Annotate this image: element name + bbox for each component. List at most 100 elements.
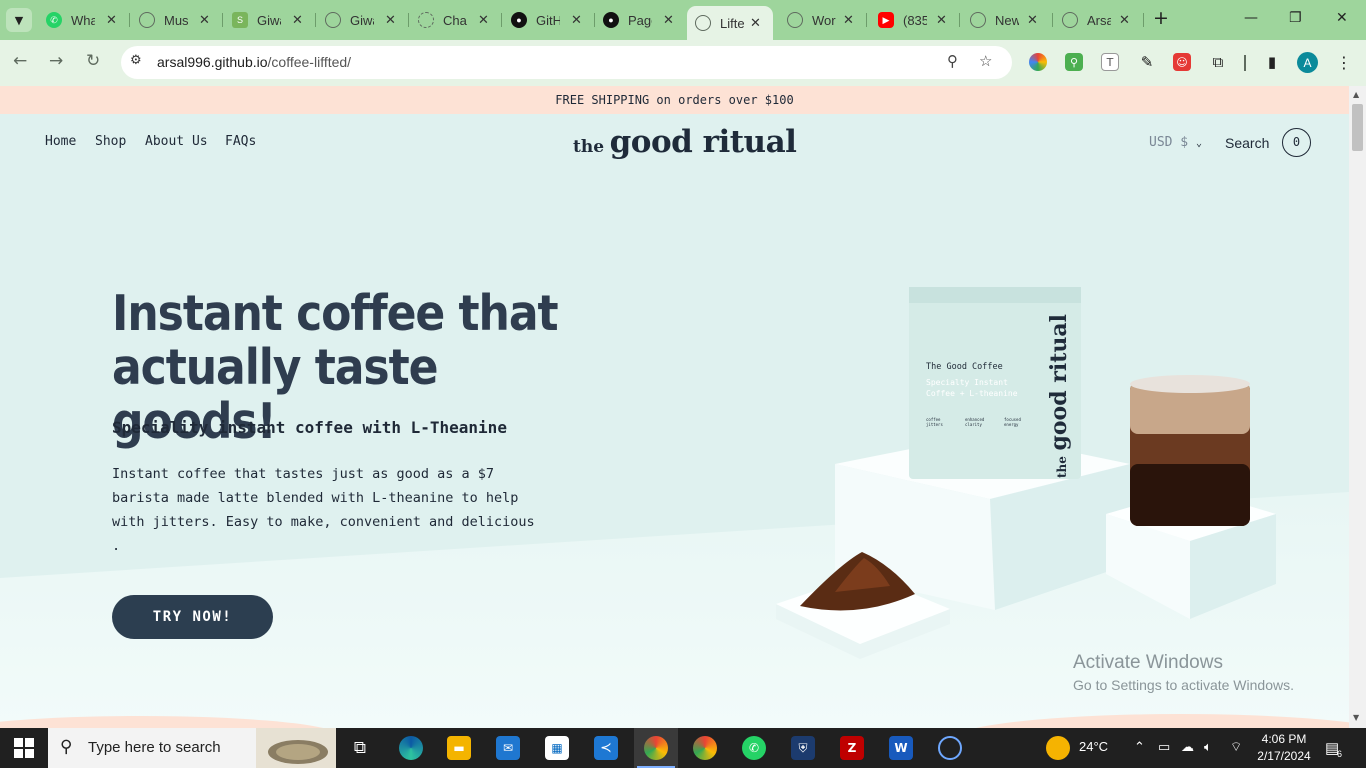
search-link[interactable]: Search <box>1225 135 1269 151</box>
eyedropper-icon[interactable]: ✎ <box>1138 53 1156 71</box>
pouch-brand-big: good ritual <box>1046 314 1072 451</box>
task-view-icon[interactable]: ⧉ <box>348 736 372 760</box>
file-explorer-icon[interactable]: ▬ <box>447 736 471 760</box>
close-window-icon[interactable]: ✕ <box>1336 10 1348 26</box>
filezilla-icon[interactable]: Z <box>840 736 864 760</box>
browser-tab[interactable]: ChatGPT ✕ <box>418 8 489 32</box>
hero-paragraph: Instant coffee that tastes just as good … <box>112 466 535 554</box>
tab-divider <box>222 13 223 27</box>
try-now-button[interactable]: TRY NOW! <box>112 595 273 639</box>
logo-small-text: the <box>573 137 605 157</box>
close-tab-icon[interactable]: ✕ <box>106 12 117 28</box>
browser-tab-active[interactable]: Lifted ✕ <box>687 6 773 40</box>
minimize-icon[interactable]: — <box>1244 10 1258 26</box>
nav-link-home[interactable]: Home <box>45 134 76 149</box>
forward-icon[interactable]: → <box>49 51 63 71</box>
tab-divider <box>866 13 867 27</box>
close-tab-icon[interactable]: ✕ <box>199 12 210 28</box>
browser-tab[interactable]: ● Pages ✕ <box>603 8 674 32</box>
cart-button[interactable]: 0 <box>1282 128 1311 157</box>
restore-icon[interactable]: ❐ <box>1289 10 1302 26</box>
pouch-benefit: coffee jitters <box>926 417 943 427</box>
bookmark-star-icon[interactable]: ☆ <box>979 52 992 70</box>
store-icon[interactable]: ▦ <box>545 736 569 760</box>
side-panel-icon[interactable]: ▮ <box>1263 53 1281 71</box>
scrollbar-thumb[interactable] <box>1352 104 1363 151</box>
vscode-icon[interactable]: ≺ <box>594 736 618 760</box>
close-tab-icon[interactable]: ✕ <box>1027 12 1038 28</box>
scroll-up-icon[interactable]: ▲ <box>1353 90 1359 99</box>
site-logo[interactable]: the good ritual <box>573 124 797 160</box>
volume-icon[interactable]: 🔈︎ <box>1204 739 1212 755</box>
temperature-text[interactable]: 24°C <box>1079 739 1108 754</box>
profile-avatar[interactable]: A <box>1297 52 1318 73</box>
browser-tab[interactable]: Workspace ✕ <box>787 8 854 32</box>
search-extension-icon[interactable]: ⚲ <box>1065 53 1083 71</box>
browser-tab[interactable]: Music ✕ <box>139 8 210 32</box>
chatgpt-icon <box>418 12 434 28</box>
browser-tab[interactable]: ▶ (835) ✕ <box>878 8 947 32</box>
tab-title: GitHub <box>536 12 560 28</box>
network-icon[interactable]: ⌔ <box>1230 739 1242 755</box>
github-icon: ● <box>511 12 527 28</box>
back-icon[interactable]: ← <box>13 51 27 71</box>
reload-icon[interactable]: ↻ <box>86 51 100 71</box>
system-clock[interactable]: 4:06 PM 2/17/2024 <box>1254 731 1314 765</box>
browser-tab[interactable]: Arsal ✕ <box>1062 8 1130 32</box>
close-tab-icon[interactable]: ✕ <box>478 12 489 28</box>
taskbar-search-box[interactable]: ⚲ Type here to search <box>48 728 336 768</box>
browser-tab[interactable]: ✆ WhatsApp ✕ <box>46 8 117 32</box>
defender-icon[interactable]: ⛨ <box>791 736 815 760</box>
word-icon[interactable]: W <box>889 736 913 760</box>
chrome-profile-icon[interactable] <box>644 736 668 760</box>
announcement-bar: FREE SHIPPING on orders over $100 <box>0 86 1349 114</box>
windows-start-icon[interactable] <box>14 738 34 758</box>
nav-link-faqs[interactable]: FAQs <box>225 134 256 149</box>
zoom-icon[interactable]: ⚲ <box>947 52 958 70</box>
close-tab-icon[interactable]: ✕ <box>385 12 396 28</box>
windows-activation-watermark: Activate Windows Go to Settings to activ… <box>1073 652 1294 693</box>
nav-link-about-us[interactable]: About Us <box>145 134 208 149</box>
url-host: arsal996.github.io <box>157 54 268 70</box>
browser-tab[interactable]: S Giwa ✕ <box>232 8 303 32</box>
close-tab-icon[interactable]: ✕ <box>750 15 761 31</box>
edge-icon[interactable] <box>399 736 423 760</box>
mascot-extension-icon[interactable]: ☺ <box>1173 53 1191 71</box>
currency-selector[interactable]: USD $ ⌄ <box>1149 135 1202 150</box>
scroll-down-icon[interactable]: ▼ <box>1353 713 1359 722</box>
tab-title: Lifted <box>720 15 744 31</box>
close-tab-icon[interactable]: ✕ <box>843 12 854 28</box>
mail-icon[interactable]: ✉ <box>496 736 520 760</box>
address-bar[interactable]: ⚙ arsal996.github.io/coffee-liffted/ ⚲ ☆ <box>121 46 1012 79</box>
chevron-up-icon[interactable]: ⌃ <box>1134 739 1145 755</box>
pouch-product-name: The Good Coffee <box>926 362 1003 372</box>
close-tab-icon[interactable]: ✕ <box>292 12 303 28</box>
close-tab-icon[interactable]: ✕ <box>663 12 674 28</box>
tab-divider <box>501 13 502 27</box>
page-scrollbar[interactable]: ▲ ▼ <box>1349 86 1366 728</box>
chrome-icon[interactable] <box>693 736 717 760</box>
meet-now-icon[interactable]: ▭ <box>1158 739 1170 755</box>
url-text[interactable]: arsal996.github.io/coffee-liffted/ <box>157 54 351 70</box>
tab-divider <box>129 13 130 27</box>
tab-search-button[interactable]: ▼ <box>6 8 32 32</box>
browser-tab[interactable]: Giwa ✕ <box>325 8 396 32</box>
watermark-subtitle: Go to Settings to activate Windows. <box>1073 677 1294 693</box>
color-picker-extension-icon[interactable] <box>1029 53 1047 71</box>
nav-link-shop[interactable]: Shop <box>95 134 126 149</box>
whatsapp-icon[interactable]: ✆ <box>742 736 766 760</box>
close-tab-icon[interactable]: ✕ <box>1119 12 1130 28</box>
browser-tab[interactable]: ● GitHub ✕ <box>511 8 582 32</box>
onedrive-icon[interactable]: ☁ <box>1181 739 1194 755</box>
close-tab-icon[interactable]: ✕ <box>936 12 947 28</box>
browser-tab[interactable]: New Tab ✕ <box>970 8 1038 32</box>
close-tab-icon[interactable]: ✕ <box>571 12 582 28</box>
site-header: Home Shop About Us FAQs the good ritual … <box>0 114 1349 174</box>
menu-kebab-icon[interactable]: ⋮ <box>1335 53 1353 72</box>
text-extension-icon[interactable]: T <box>1101 53 1119 71</box>
app-icon[interactable] <box>938 736 962 760</box>
extensions-puzzle-icon[interactable]: ⧉ <box>1209 53 1227 71</box>
new-tab-icon[interactable]: + <box>1153 7 1169 29</box>
site-info-icon[interactable]: ⚙ <box>130 53 142 68</box>
tab-title: Workspace <box>812 12 836 28</box>
